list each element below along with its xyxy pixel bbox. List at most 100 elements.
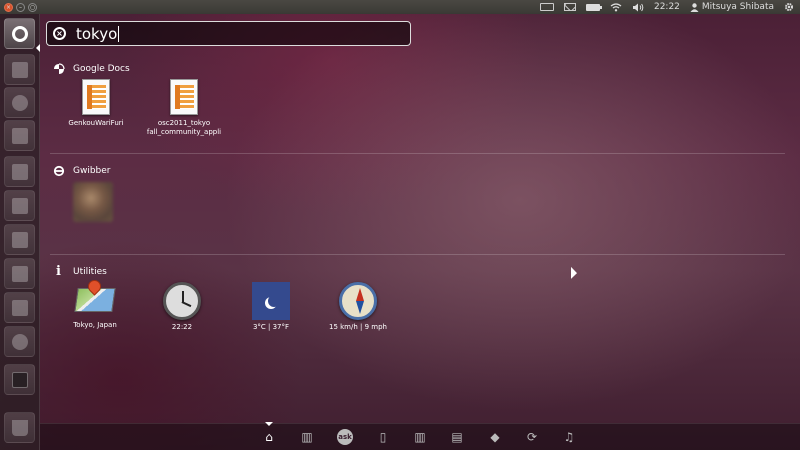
result-item[interactable]: Tokyo, Japan	[72, 277, 118, 330]
clock-indicator[interactable]: 22:22	[654, 2, 680, 12]
system-settings-launcher[interactable]	[4, 326, 35, 357]
applications-icon: ▥	[301, 430, 313, 444]
result-item[interactable]: GenkouWariFuri	[68, 79, 124, 128]
terminal-icon	[11, 371, 28, 388]
result-label: osc2011_tokyo fall_community_appli	[146, 119, 222, 136]
launcher	[0, 14, 40, 450]
file-icon: ▤	[451, 430, 463, 444]
home-icon: ⌂	[265, 430, 273, 444]
spreadsheet-icon	[82, 79, 110, 115]
lens-ask[interactable]: ask	[337, 429, 353, 445]
keyboard-indicator[interactable]	[539, 3, 554, 11]
user-indicator[interactable]: Mitsuya Shibata	[690, 2, 774, 12]
workspaces-launcher[interactable]	[4, 120, 35, 151]
lens-python[interactable]: ◆	[487, 429, 503, 445]
volume-indicator[interactable]	[632, 3, 644, 12]
clear-search-icon[interactable]: ×	[53, 27, 66, 40]
section-header-gwibber[interactable]: Gwibber	[52, 164, 111, 177]
result-label: 22:22	[171, 323, 193, 331]
impress-launcher[interactable]	[4, 224, 35, 255]
gear-icon	[785, 3, 793, 11]
map-icon	[74, 277, 116, 314]
result-label: GenkouWariFuri	[68, 119, 124, 127]
music-icon: ♫	[563, 430, 575, 444]
firefox-icon	[11, 94, 28, 111]
section-header-google-docs[interactable]: Google Docs	[52, 62, 130, 75]
panel-time: 22:22	[653, 2, 680, 12]
section-header-utilities[interactable]: i Utilities	[52, 264, 107, 279]
writer-icon	[11, 163, 28, 180]
trash-icon	[11, 419, 28, 436]
session-indicator[interactable]	[784, 2, 794, 12]
calc-icon	[11, 197, 28, 214]
result-item[interactable]: 15 km/h | 9 mph	[329, 282, 387, 332]
wifi-icon	[610, 2, 622, 11]
minimize-button[interactable]: –	[16, 2, 25, 12]
wifi-indicator[interactable]	[610, 2, 622, 12]
dash-home-button[interactable]	[4, 18, 35, 49]
search-query: tokyo	[76, 24, 118, 43]
section-title: Gwibber	[73, 165, 111, 176]
weather-moon-icon	[252, 282, 290, 320]
text-caret	[118, 25, 120, 42]
top-panel: × – ○ 22:22 Mitsuya Shibata	[0, 0, 800, 14]
lens-home[interactable]: ⌂	[261, 429, 277, 445]
keyboard-icon	[539, 3, 554, 11]
compass-icon	[339, 282, 377, 320]
lens-bookmarks[interactable]: ▯	[375, 429, 391, 445]
search-input[interactable]: × tokyo	[46, 21, 411, 46]
close-button[interactable]: ×	[4, 2, 13, 12]
user-name: Mitsuya Shibata	[701, 2, 774, 12]
maximize-button[interactable]: ○	[28, 2, 37, 12]
battery-icon	[585, 3, 602, 11]
section-title: Utilities	[73, 266, 107, 277]
indicator-area: 22:22 Mitsuya Shibata	[539, 2, 794, 12]
result-label: Tokyo, Japan	[73, 321, 117, 329]
software-center-icon	[11, 265, 28, 282]
google-docs-icon	[52, 62, 65, 75]
ask-icon: ask	[338, 432, 352, 441]
mail-indicator[interactable]	[563, 3, 576, 11]
result-item[interactable]: osc2011_tokyo fall_community_appli	[147, 79, 221, 137]
result-item[interactable]: 3°C | 37°F	[251, 282, 291, 332]
impress-icon	[11, 231, 28, 248]
section-divider	[50, 153, 785, 154]
folder-icon	[11, 61, 28, 78]
ubuntu-one-icon	[11, 299, 28, 316]
ubuntu-one-launcher[interactable]	[4, 292, 35, 323]
trash-launcher[interactable]	[4, 412, 35, 443]
gwibber-lens-icon: ⟳	[526, 430, 538, 444]
lens-applications[interactable]: ▥	[299, 429, 315, 445]
books-icon: ▥	[414, 430, 426, 444]
terminal-launcher[interactable]	[4, 364, 35, 395]
clock-icon	[163, 282, 201, 320]
lens-music[interactable]: ♫	[561, 429, 577, 445]
avatar	[73, 182, 113, 222]
software-center-launcher[interactable]	[4, 258, 35, 289]
ubuntu-logo-icon	[11, 25, 28, 42]
window-buttons: × – ○	[4, 2, 37, 12]
info-icon: i	[56, 264, 61, 279]
section-divider	[50, 254, 785, 255]
writer-launcher[interactable]	[4, 156, 35, 187]
lens-bar: ⌂ ▥ ask ▯ ▥ ▤ ◆ ⟳ ♫	[40, 422, 800, 450]
result-item[interactable]: 22:22	[163, 282, 201, 332]
lens-files[interactable]: ▤	[449, 429, 465, 445]
battery-indicator[interactable]	[585, 3, 602, 11]
section-title: Google Docs	[73, 63, 130, 74]
lens-gwibber[interactable]: ⟳	[524, 429, 540, 445]
result-item[interactable]	[73, 182, 113, 222]
python-icon: ◆	[490, 430, 500, 444]
gwibber-icon	[52, 164, 65, 177]
user-icon	[690, 2, 699, 12]
home-folder-launcher[interactable]	[4, 54, 35, 85]
settings-icon	[11, 333, 28, 350]
calc-launcher[interactable]	[4, 190, 35, 221]
mouse-cursor	[571, 266, 577, 282]
firefox-launcher[interactable]	[4, 87, 35, 118]
active-launcher-arrow	[36, 44, 40, 52]
workspaces-icon	[11, 127, 28, 144]
mail-icon	[563, 3, 576, 11]
volume-icon	[632, 3, 644, 11]
lens-books[interactable]: ▥	[412, 429, 428, 445]
